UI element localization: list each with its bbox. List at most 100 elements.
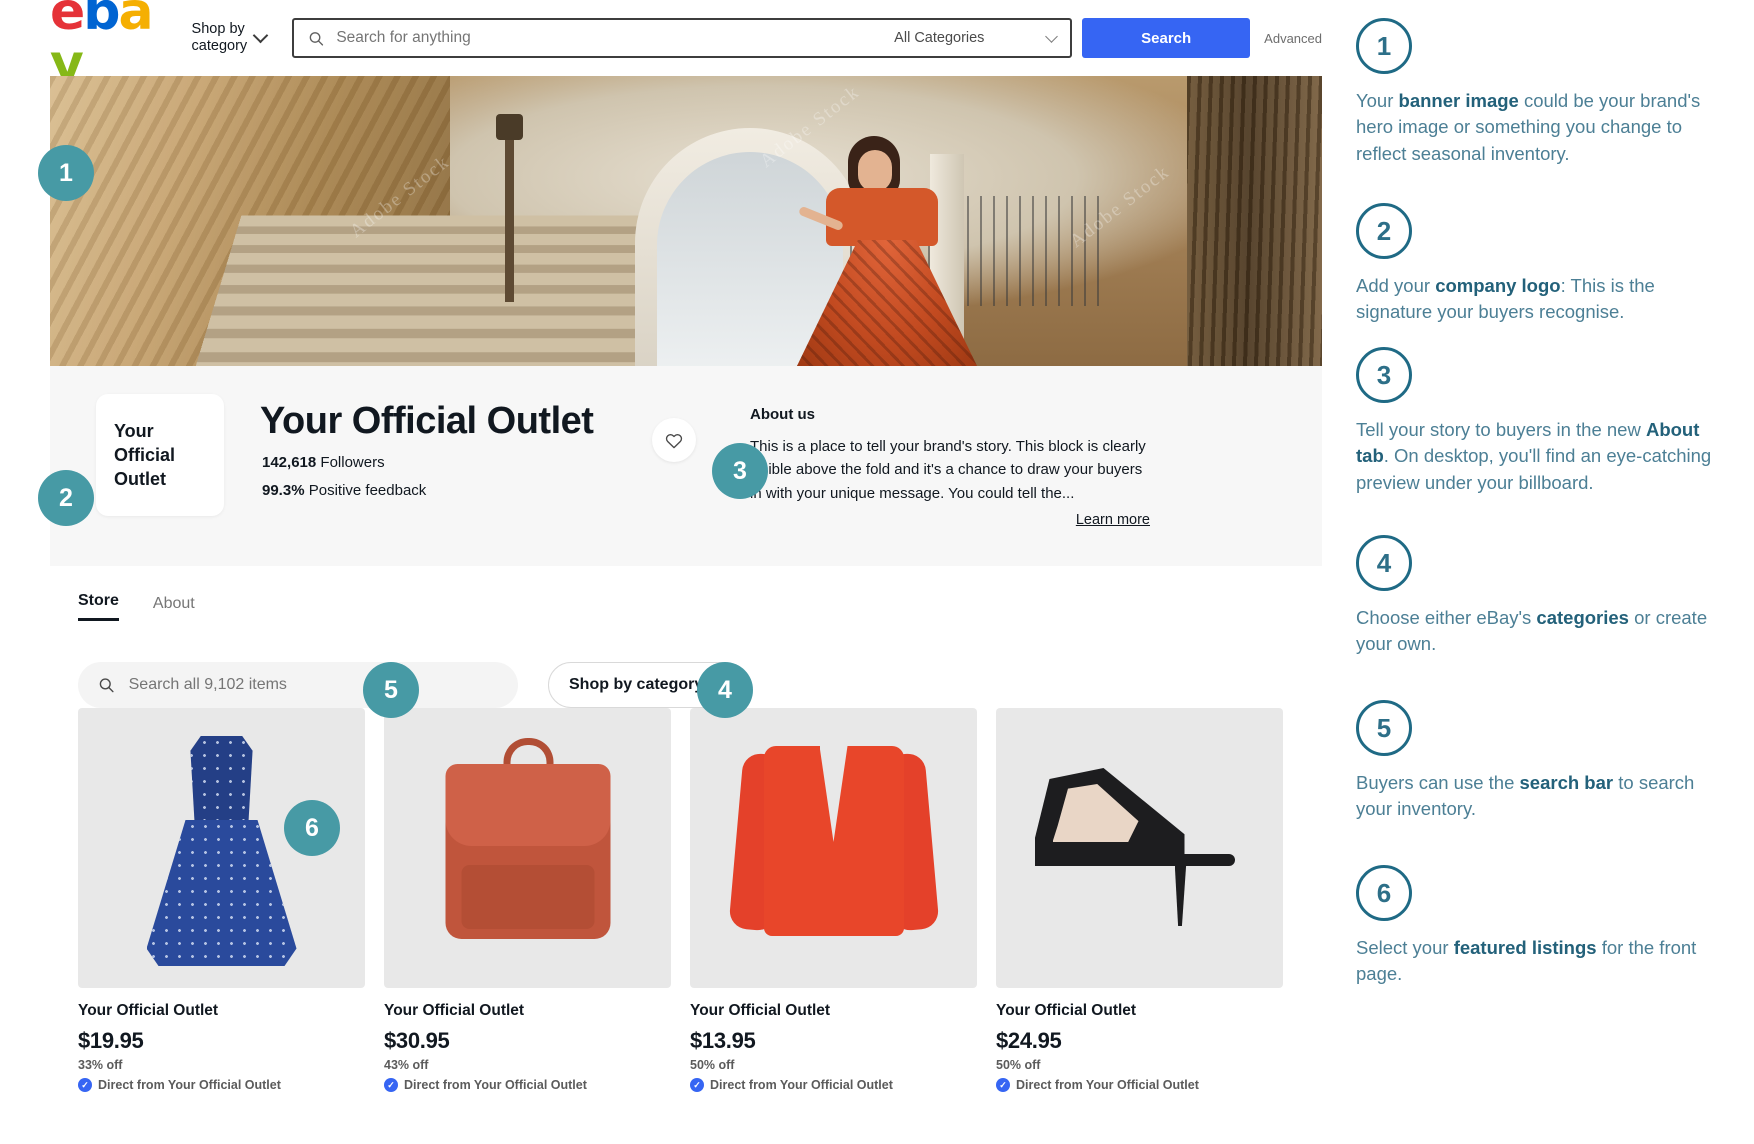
product-discount: 50% off [996,1058,1041,1072]
advanced-search-link[interactable]: Advanced [1264,31,1322,46]
product-price: $30.95 [384,1028,450,1053]
followers-label: Followers [320,454,385,471]
heart-icon [665,433,683,448]
annotation-1: 1 Your banner image could be your brand'… [1356,18,1726,167]
category-select[interactable]: All Categories [880,29,1070,46]
logo-letter-a: a [118,0,154,42]
shop-by-line-2: category [191,38,248,54]
annotation-number-4: 4 [1356,535,1412,591]
ebay-global-header: ebay Shop by category Search for anythin… [0,0,1322,90]
store-tabs: Store About [78,592,195,621]
black-high-heel-icon [1034,768,1245,928]
verified-check-icon: ✓ [78,1078,92,1092]
annotation-number-5: 5 [1356,700,1412,756]
store-search-bar[interactable] [78,662,518,708]
annotation-5-part-2: search bar [1519,772,1614,793]
feedback-label: Positive feedback [308,482,427,499]
blue-polka-dot-dress-icon [146,736,297,966]
search-button[interactable]: Search [1082,18,1251,58]
product-card[interactable]: Your Official Outlet $24.95 50% off ✓ Di… [996,708,1283,1092]
annotation-rail: 1 Your banner image could be your brand'… [1356,0,1754,1144]
product-price: $24.95 [996,1028,1062,1053]
learn-more-row: Learn more [750,511,1150,529]
about-us-block: About us This is a place to tell your br… [750,406,1150,529]
followers-stat: 142,618 Followers [262,454,385,471]
about-us-text: This is a place to tell your brand's sto… [750,438,1146,502]
product-direct-from: ✓ Direct from Your Official Outlet [690,1078,977,1092]
callout-marker-2: 2 [38,470,94,526]
model-face [858,150,892,192]
banner-tree-trunk [1187,76,1322,366]
product-title: Your Official Outlet [384,1002,525,1019]
annotation-5-part-1: Buyers can use the [1356,772,1520,793]
product-direct-label: Direct from Your Official Outlet [98,1078,281,1092]
search-icon [309,31,324,46]
product-image[interactable] [384,708,671,988]
tab-store[interactable]: Store [78,592,119,621]
annotation-text-5: Buyers can use the search bar to search … [1356,770,1726,823]
followers-count: 142,618 [262,454,317,471]
annotation-number-1: 1 [1356,18,1412,74]
product-price: $13.95 [690,1028,756,1053]
product-discount: 43% off [384,1058,429,1072]
annotation-text-4: Choose either eBay's categories or creat… [1356,605,1726,658]
banner-street-lamp [496,114,523,302]
product-direct-label: Direct from Your Official Outlet [710,1078,893,1092]
backpack-pocket [461,865,594,929]
shop-by-category-label: Shop by category [192,21,248,54]
annotation-text-6: Select your featured listings for the fr… [1356,935,1726,988]
store-logo-text: Your Official Outlet [114,419,175,492]
ebay-store-mockup: ebay Shop by category Search for anythin… [0,0,1322,1144]
product-title: Your Official Outlet [78,1002,219,1019]
annotation-6: 6 Select your featured listings for the … [1356,865,1726,988]
banner-model-in-dress [792,136,982,366]
product-direct-label: Direct from Your Official Outlet [1016,1078,1199,1092]
product-title: Your Official Outlet [690,1002,831,1019]
product-card[interactable]: Your Official Outlet $19.95 33% off ✓ Di… [78,708,365,1092]
favorite-store-button[interactable] [652,418,696,462]
about-us-title: About us [750,406,815,423]
annotation-2-part-2: company logo [1435,275,1561,296]
learn-more-link[interactable]: Learn more [1076,512,1150,528]
logo-letter-e: e [50,0,85,42]
store-logo-tile: Your Official Outlet [96,394,224,516]
model-skirt [796,240,978,366]
product-image[interactable] [690,708,977,988]
annotation-3-part-3: . On desktop, you'll find an eye-catchin… [1356,445,1712,493]
shop-by-category-menu[interactable]: Shop by category [192,21,269,54]
annotation-4-part-1: Choose either eBay's [1356,607,1537,628]
annotation-6-part-2: featured listings [1453,937,1597,958]
store-search-input[interactable] [128,676,498,694]
annotation-6-part-1: Select your [1356,937,1454,958]
dress-pattern [146,820,297,966]
page-root: ebay Shop by category Search for anythin… [0,0,1754,1144]
store-name: Your Official Outlet [260,400,594,442]
search-input[interactable] [336,29,866,47]
tab-about[interactable]: About [153,595,195,621]
product-price: $19.95 [78,1028,144,1053]
product-title: Your Official Outlet [996,1002,1137,1019]
product-card[interactable]: Your Official Outlet $13.95 50% off ✓ Di… [690,708,977,1092]
product-card[interactable]: Your Official Outlet $30.95 43% off ✓ Di… [384,708,671,1092]
shop-by-category-filter-label: Shop by category [569,676,704,693]
callout-marker-6: 6 [284,800,340,856]
store-logo-line-2: Official [114,444,176,465]
global-search-box: All Categories [292,18,1073,58]
orange-cardigan-icon [727,746,940,958]
red-leather-backpack-icon [445,738,610,939]
feedback-percent: 99.3% [262,482,305,499]
annotation-4-part-2: categories [1536,607,1629,628]
category-select-value: All Categories [894,30,985,46]
verified-check-icon: ✓ [690,1078,704,1092]
store-filter-row: Shop by category [78,662,1278,708]
chevron-down-icon [252,27,269,44]
product-direct-from: ✓ Direct from Your Official Outlet [384,1078,671,1092]
global-search-field[interactable] [294,29,879,47]
store-banner-image: Adobe Stock Adobe Stock Adobe Stock [50,76,1322,366]
product-image[interactable] [996,708,1283,988]
annotation-3-part-1: Tell your story to buyers in the new [1356,419,1646,440]
annotation-text-3: Tell your story to buyers in the new Abo… [1356,417,1726,496]
store-logo-line-1: Your [114,420,154,441]
annotation-3: 3 Tell your story to buyers in the new A… [1356,347,1726,496]
annotation-number-3: 3 [1356,347,1412,403]
